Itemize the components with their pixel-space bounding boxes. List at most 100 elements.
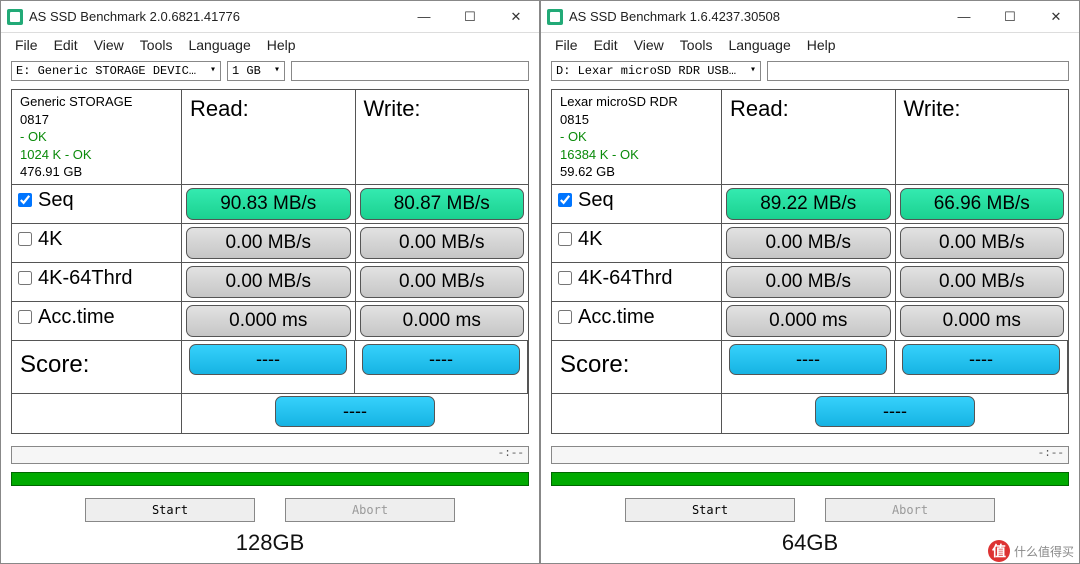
test-row: 4K-64Thrd bbox=[552, 263, 721, 294]
watermark: 值 什么值得买 bbox=[988, 540, 1074, 562]
test-checkbox[interactable] bbox=[18, 310, 32, 324]
test-checkbox[interactable] bbox=[558, 232, 572, 246]
window-title: AS SSD Benchmark 1.6.4237.30508 bbox=[569, 9, 941, 24]
caption-left: 128GB bbox=[0, 530, 540, 556]
abort-button[interactable]: Abort bbox=[285, 498, 455, 522]
menu-item[interactable]: Tools bbox=[680, 37, 713, 53]
abort-button[interactable]: Abort bbox=[825, 498, 995, 522]
score-label: Score: bbox=[12, 341, 181, 393]
total-score: ---- bbox=[815, 396, 974, 427]
results-grid: Generic STORAGE0817- OK1024 K - OK476.91… bbox=[11, 89, 529, 434]
menu-item[interactable]: Help bbox=[807, 37, 836, 53]
test-row: 4K bbox=[12, 224, 181, 255]
status-bar bbox=[11, 472, 529, 486]
close-button[interactable]: ✕ bbox=[493, 1, 539, 33]
menu-item[interactable]: File bbox=[15, 37, 38, 53]
test-checkbox[interactable] bbox=[18, 232, 32, 246]
write-value: 0.00 MB/s bbox=[900, 266, 1065, 298]
app-icon bbox=[547, 9, 563, 25]
results-grid: Lexar microSD RDR0815- OK16384 K - OK59.… bbox=[551, 89, 1069, 434]
status-bar bbox=[551, 472, 1069, 486]
maximize-button[interactable]: ☐ bbox=[447, 1, 493, 33]
total-score: ---- bbox=[275, 396, 434, 427]
minimize-button[interactable]: — bbox=[401, 1, 447, 33]
test-row: Seq bbox=[12, 185, 181, 216]
device-info: Generic STORAGE0817- OK1024 K - OK476.91… bbox=[12, 90, 181, 184]
score-label: Score: bbox=[552, 341, 721, 393]
read-value: 89.22 MB/s bbox=[726, 188, 891, 220]
menu-item[interactable]: Edit bbox=[594, 37, 618, 53]
close-button[interactable]: ✕ bbox=[1033, 1, 1079, 33]
watermark-icon: 值 bbox=[988, 540, 1010, 562]
read-value: 0.000 ms bbox=[186, 305, 351, 337]
read-value: 0.00 MB/s bbox=[726, 266, 891, 298]
menu-item[interactable]: Help bbox=[267, 37, 296, 53]
test-checkbox[interactable] bbox=[558, 271, 572, 285]
filter-input[interactable] bbox=[767, 61, 1069, 81]
device-select[interactable]: D: Lexar microSD RDR USB Device bbox=[551, 61, 761, 81]
test-name: Seq bbox=[38, 189, 74, 212]
read-score: ---- bbox=[189, 344, 347, 375]
menubar: File Edit View Tools Language Help bbox=[541, 33, 1079, 59]
benchmark-window: AS SSD Benchmark 1.6.4237.30508 — ☐ ✕ Fi… bbox=[540, 0, 1080, 564]
test-name: 4K-64Thrd bbox=[38, 267, 133, 290]
size-select[interactable]: 1 GB bbox=[227, 61, 285, 81]
device-select[interactable]: E: Generic STORAGE DEVICE USB Dev bbox=[11, 61, 221, 81]
read-value: 0.00 MB/s bbox=[186, 266, 351, 298]
menu-item[interactable]: Language bbox=[728, 37, 790, 53]
read-value: 0.00 MB/s bbox=[726, 227, 891, 259]
window-title: AS SSD Benchmark 2.0.6821.41776 bbox=[29, 9, 401, 24]
menu-item[interactable]: File bbox=[555, 37, 578, 53]
test-row: Seq bbox=[552, 185, 721, 216]
filter-input[interactable] bbox=[291, 61, 529, 81]
start-button[interactable]: Start bbox=[85, 498, 255, 522]
device-info: Lexar microSD RDR0815- OK16384 K - OK59.… bbox=[552, 90, 721, 184]
minimize-button[interactable]: — bbox=[941, 1, 987, 33]
write-value: 0.000 ms bbox=[900, 305, 1065, 337]
test-checkbox[interactable] bbox=[558, 310, 572, 324]
menu-item[interactable]: Tools bbox=[140, 37, 173, 53]
write-value: 66.96 MB/s bbox=[900, 188, 1065, 220]
test-name: 4K bbox=[578, 228, 602, 251]
menu-item[interactable]: View bbox=[94, 37, 124, 53]
test-checkbox[interactable] bbox=[18, 271, 32, 285]
menubar: File Edit View Tools Language Help bbox=[1, 33, 539, 59]
maximize-button[interactable]: ☐ bbox=[987, 1, 1033, 33]
progress-bar: -:-- bbox=[11, 446, 529, 464]
write-header: Write: bbox=[896, 90, 1069, 128]
menu-item[interactable]: Edit bbox=[54, 37, 78, 53]
read-value: 90.83 MB/s bbox=[186, 188, 351, 220]
test-checkbox[interactable] bbox=[18, 193, 32, 207]
benchmark-window: AS SSD Benchmark 2.0.6821.41776 — ☐ ✕ Fi… bbox=[0, 0, 540, 564]
watermark-text: 什么值得买 bbox=[1014, 543, 1074, 560]
test-row: 4K bbox=[552, 224, 721, 255]
menu-item[interactable]: View bbox=[634, 37, 664, 53]
progress-bar: -:-- bbox=[551, 446, 1069, 464]
read-value: 0.00 MB/s bbox=[186, 227, 351, 259]
write-score: ---- bbox=[902, 344, 1060, 375]
read-value: 0.000 ms bbox=[726, 305, 891, 337]
read-header: Read: bbox=[722, 90, 895, 128]
read-header: Read: bbox=[182, 90, 355, 128]
progress-text: -:-- bbox=[498, 448, 524, 460]
write-value: 0.00 MB/s bbox=[360, 266, 525, 298]
test-name: Acc.time bbox=[578, 306, 655, 329]
write-value: 0.00 MB/s bbox=[360, 227, 525, 259]
write-score: ---- bbox=[362, 344, 520, 375]
test-checkbox[interactable] bbox=[558, 193, 572, 207]
write-header: Write: bbox=[356, 90, 529, 128]
write-value: 0.00 MB/s bbox=[900, 227, 1065, 259]
menu-item[interactable]: Language bbox=[188, 37, 250, 53]
app-icon bbox=[7, 9, 23, 25]
progress-text: -:-- bbox=[1038, 448, 1064, 460]
test-row: 4K-64Thrd bbox=[12, 263, 181, 294]
test-name: Seq bbox=[578, 189, 614, 212]
write-value: 0.000 ms bbox=[360, 305, 525, 337]
write-value: 80.87 MB/s bbox=[360, 188, 525, 220]
read-score: ---- bbox=[729, 344, 887, 375]
test-row: Acc.time bbox=[552, 302, 721, 333]
test-name: 4K bbox=[38, 228, 62, 251]
test-name: 4K-64Thrd bbox=[578, 267, 673, 290]
start-button[interactable]: Start bbox=[625, 498, 795, 522]
test-row: Acc.time bbox=[12, 302, 181, 333]
